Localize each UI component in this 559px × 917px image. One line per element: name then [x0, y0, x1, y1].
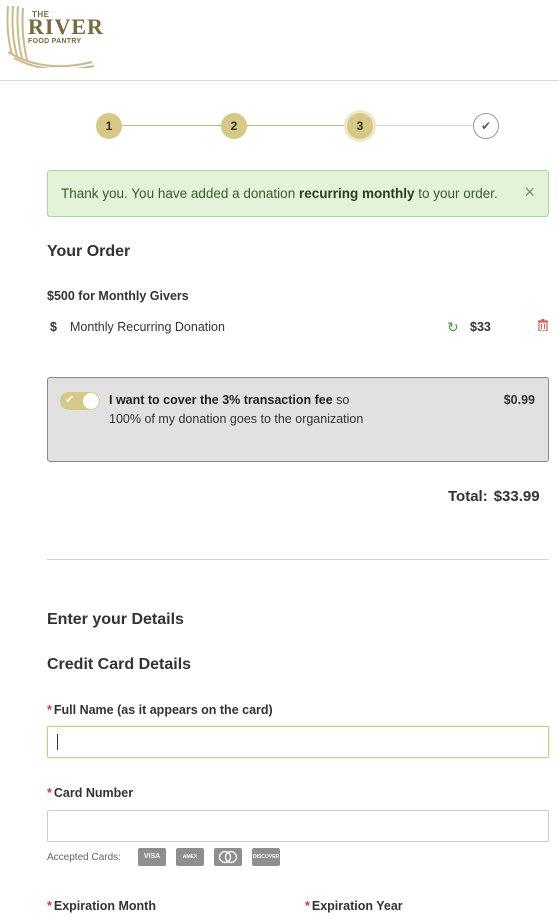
line-item-name: Monthly Recurring Donation [70, 320, 225, 334]
trash-icon[interactable] [538, 319, 548, 334]
package-name: $500 for Monthly Givers [47, 289, 189, 303]
step-connector [373, 125, 474, 126]
required-mark: * [47, 786, 52, 800]
total-value: $33.99 [493, 488, 540, 505]
your-order-heading: Your Order [47, 243, 131, 260]
enter-details-heading: Enter your Details [47, 611, 184, 628]
accepted-cards-label: Accepted Cards: [47, 852, 121, 863]
transaction-fee-box: ✔ I want to cover the 3% transaction fee… [47, 377, 549, 462]
full-name-label-text: Full Name (as it appears on the card) [53, 703, 273, 717]
success-alert: Thank you. You have added a donation rec… [47, 170, 549, 217]
required-mark: * [305, 899, 310, 913]
dollar-icon: $ [50, 320, 57, 334]
cover-fee-bold: I want to cover the 3% transaction fee [109, 393, 333, 407]
step-2[interactable]: 2 [221, 113, 247, 139]
alert-bold-text: recurring monthly [298, 186, 415, 201]
fee-amount: $0.99 [503, 393, 535, 407]
total-label: Total: [448, 488, 488, 505]
full-name-input[interactable] [47, 726, 549, 758]
card-number-label: * Card Number [47, 786, 133, 800]
close-icon[interactable]: × [524, 182, 535, 203]
text-cursor [57, 734, 58, 750]
river-food-pantry-logo[interactable]: THE RIVER FOOD PANTRY [4, 4, 103, 68]
toggle-knob [83, 393, 99, 409]
discover-card-icon: DISCOVER [252, 848, 280, 866]
check-icon: ✔ [65, 394, 75, 406]
alert-text: Thank you. You have added a donation [61, 186, 299, 201]
step-connector [122, 125, 221, 126]
step-3-current: 3 [347, 113, 373, 139]
required-mark: * [47, 703, 52, 717]
logo-text-food-pantry: FOOD PANTRY [28, 38, 82, 45]
alert-message: Thank you. You have added a donation rec… [61, 186, 498, 201]
card-number-input[interactable] [47, 810, 549, 842]
step-complete-checkmark: ✔ [473, 113, 499, 139]
expiration-month-label: * Expiration Month [47, 899, 156, 913]
progress-steps: 1 2 3 ✔ [96, 112, 500, 140]
credit-card-heading: Credit Card Details [47, 656, 192, 673]
line-item-price: $33 [470, 320, 491, 334]
required-mark: * [47, 899, 52, 913]
expiration-year-label-text: Expiration Year [311, 899, 403, 913]
order-total: Total: $33.99 [448, 488, 540, 505]
step-connector [247, 125, 347, 126]
site-header: THE RIVER FOOD PANTRY [0, 0, 559, 81]
mastercard-card-icon [214, 848, 242, 866]
expiration-year-label: * Expiration Year [305, 899, 403, 913]
step-1[interactable]: 1 [96, 113, 122, 139]
section-divider [47, 559, 549, 560]
alert-text-end: to your order. [414, 186, 498, 201]
cover-fee-text: I want to cover the 3% transaction fee s… [109, 391, 379, 429]
visa-card-icon: VISA [138, 848, 166, 866]
amex-card-icon: AMEX [176, 848, 204, 866]
expiration-month-label-text: Expiration Month [53, 899, 156, 913]
card-number-label-text: Card Number [53, 786, 134, 800]
order-line-item: $ Monthly Recurring Donation ↻ $33 [47, 319, 552, 339]
logo-text-river: RIVER [28, 14, 104, 39]
full-name-label: * Full Name (as it appears on the card) [47, 703, 273, 717]
recurring-icon: ↻ [447, 319, 459, 335]
cover-fee-toggle[interactable]: ✔ [60, 392, 100, 410]
